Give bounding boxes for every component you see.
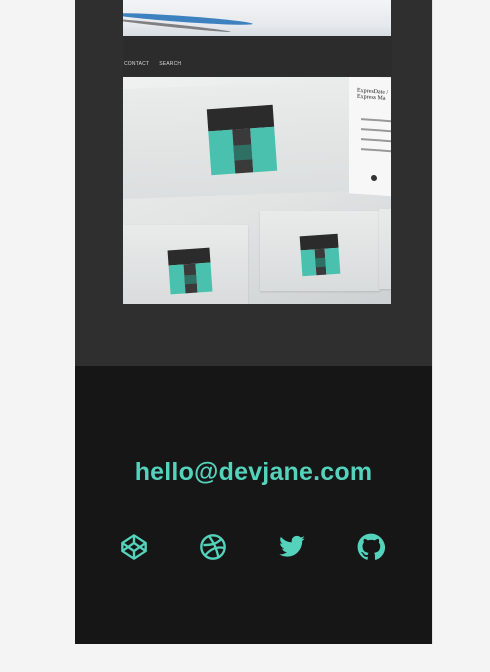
thumbnail-card: [379, 209, 391, 289]
dribbble-link[interactable]: [198, 532, 228, 562]
twitter-link[interactable]: [277, 532, 307, 562]
thumbnail-logo: [299, 233, 341, 277]
project-gallery: CONTACT SEARCH ExpresDate / Express Ma: [75, 0, 432, 366]
decorative-stroke: [123, 11, 254, 27]
screenshot-side-panel: ExpresDate / Express Ma: [349, 77, 391, 197]
avatar: [371, 174, 377, 182]
github-link[interactable]: [356, 532, 386, 562]
codepen-icon: [121, 534, 147, 560]
text-line: [361, 128, 391, 133]
footer: hello@devjane.com: [75, 366, 432, 644]
project-screenshot-top[interactable]: [123, 0, 391, 36]
mini-nav-contact: CONTACT: [124, 61, 150, 67]
project-screenshot-main[interactable]: ExpresDate / Express Ma: [123, 77, 391, 304]
text-line: [361, 148, 391, 153]
logo-middle-accent: [184, 274, 197, 285]
text-line: [361, 138, 391, 143]
logo-middle-accent: [233, 144, 253, 161]
screenshot-mini-nav: CONTACT SEARCH: [123, 36, 392, 76]
logo-left-bar: [208, 130, 236, 176]
logo-right-bar: [324, 247, 341, 275]
mini-nav-search: SEARCH: [159, 61, 182, 67]
thumbnail-logo: [167, 247, 213, 295]
email-link[interactable]: hello@devjane.com: [75, 458, 432, 487]
github-icon: [357, 533, 385, 560]
page-frame: CONTACT SEARCH ExpresDate / Express Ma h…: [75, 0, 433, 644]
hero-logo: [206, 104, 278, 176]
codepen-link[interactable]: [119, 532, 149, 562]
text-line: [361, 118, 391, 123]
dribbble-icon: [200, 534, 226, 560]
logo-right-bar: [195, 262, 213, 293]
side-panel-title: ExpresDate / Express Ma: [357, 87, 389, 102]
logo-middle-accent: [314, 257, 327, 268]
logo-right-bar: [250, 127, 278, 173]
social-links: [119, 532, 386, 562]
twitter-icon: [279, 535, 305, 557]
